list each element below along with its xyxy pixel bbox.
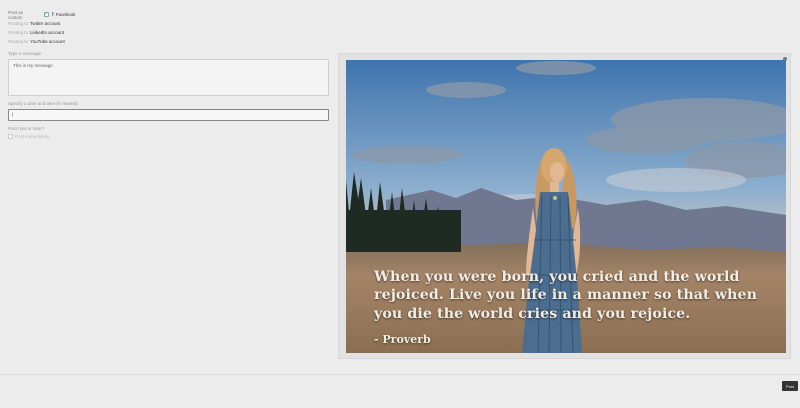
post-now-checkbox[interactable] — [8, 133, 13, 139]
facebook-label: Facebook — [55, 12, 76, 17]
account-row[interactable]: Posting to LinkedIn account — [8, 28, 332, 37]
account-name-youtube: YouTube account — [30, 39, 65, 44]
account-name-twitter: Twitter account — [30, 21, 61, 26]
quote-text: When you were born, you cried and the wo… — [374, 269, 757, 322]
account-row[interactable]: Posting to YouTube account — [8, 37, 332, 46]
account-prefix: Posting to — [8, 39, 29, 44]
schedule-input[interactable]: | — [8, 109, 329, 121]
quote-attribution: - Proverb — [374, 333, 431, 346]
account-prefix: Posting to — [8, 21, 29, 26]
post-button[interactable]: Post — [782, 381, 798, 391]
post-form: Post as custom ✓ f Facebook Posting to T… — [8, 10, 332, 140]
facebook-icon: f — [52, 11, 54, 18]
message-textarea[interactable]: This is my message — [8, 59, 329, 96]
post-now-row[interactable]: Post immediately — [8, 132, 332, 140]
facebook-checkbox[interactable]: ✓ — [44, 12, 49, 17]
footer-bar — [0, 374, 800, 408]
account-name-linkedin: LinkedIn account — [30, 30, 65, 35]
post-now-checkbox-label: Post immediately — [15, 133, 50, 139]
image-preview-frame: When you were born, you cried and the wo… — [338, 53, 791, 359]
schedule-label: Specify a date and time (if needed) — [8, 101, 78, 106]
post-as-label: Post as custom — [8, 9, 24, 20]
account-row[interactable]: Posting to Twitter account — [8, 19, 332, 28]
message-label: Type a message — [8, 51, 42, 56]
post-as-row: Post as custom ✓ f Facebook — [8, 9, 332, 20]
quote-image: When you were born, you cried and the wo… — [346, 60, 786, 353]
account-prefix: Posting to — [8, 30, 29, 35]
